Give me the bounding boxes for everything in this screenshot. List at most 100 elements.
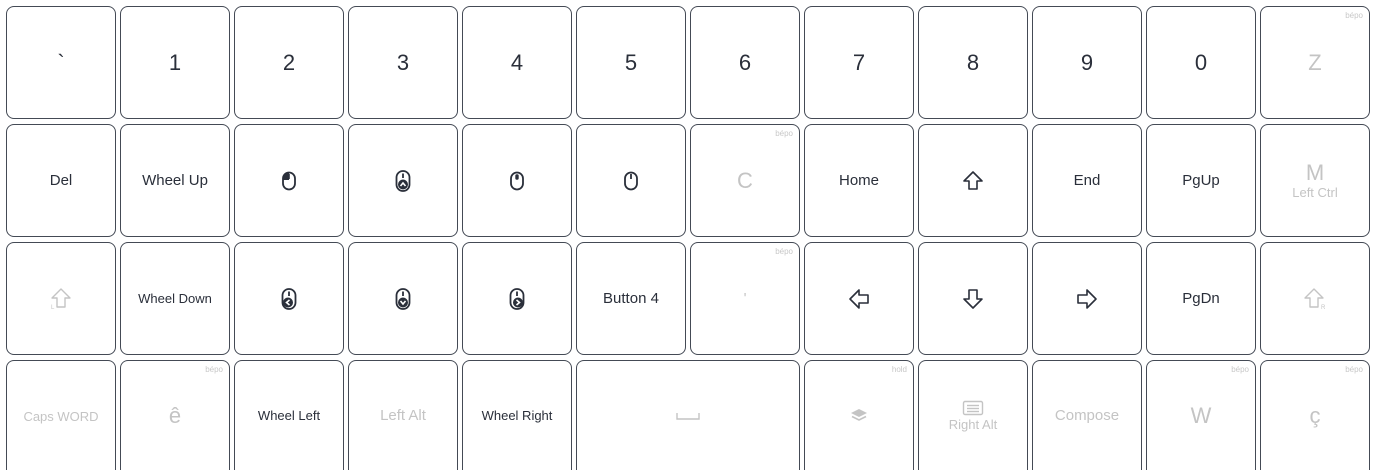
key-label: Button 4 (603, 290, 659, 307)
key-backtick[interactable]: ` (6, 6, 116, 119)
key-sublabel: Right Alt (948, 416, 998, 432)
key-z[interactable]: bépo Z (1260, 6, 1370, 119)
key-label: ' (743, 290, 747, 307)
key-del[interactable]: Del (6, 124, 116, 237)
hold-tag: hold (891, 365, 907, 374)
key-right-shift[interactable]: R (1260, 242, 1370, 355)
key-right-alt[interactable]: Right Alt (918, 360, 1028, 470)
keyboard-layout: ` 1 2 3 4 5 6 7 8 9 0 bépo Z Del Wheel U… (0, 0, 1375, 470)
key-layer[interactable]: hold (804, 360, 914, 470)
key-label: PgUp (1182, 172, 1220, 189)
shift-side-label: L (51, 305, 55, 311)
key-label: 4 (510, 49, 524, 75)
key-label: W (1190, 402, 1212, 428)
key-left-arrow[interactable] (804, 242, 914, 355)
key-down-arrow[interactable] (918, 242, 1028, 355)
right-arrow-icon (1076, 288, 1098, 310)
key-label: 2 (282, 49, 296, 75)
key-label: Wheel Right (481, 408, 553, 423)
key-label: Wheel Down (138, 291, 212, 306)
key-label: M (1305, 159, 1325, 185)
key-button-4[interactable]: Button 4 (576, 242, 686, 355)
mouse-down-icon (395, 287, 411, 310)
key-pgdn[interactable]: PgDn (1146, 242, 1256, 355)
key-label: Wheel Up (142, 172, 208, 189)
key-end[interactable]: End (1032, 124, 1142, 237)
key-wheel-right[interactable]: Wheel Right (462, 360, 572, 470)
key-home[interactable]: Home (804, 124, 914, 237)
bepo-tag: bépo (775, 129, 793, 138)
key-mouse-left[interactable] (234, 242, 344, 355)
key-up-arrow[interactable] (918, 124, 1028, 237)
key-space[interactable] (576, 360, 800, 470)
down-arrow-icon (962, 288, 984, 310)
key-label: Caps WORD (23, 409, 99, 424)
key-wheel-up[interactable]: Wheel Up (120, 124, 230, 237)
layers-icon (849, 407, 869, 425)
key-apostrophe[interactable]: bépo ' (690, 242, 800, 355)
left-arrow-icon (848, 288, 870, 310)
key-wheel-down[interactable]: Wheel Down (120, 242, 230, 355)
key-mouse-right[interactable] (462, 242, 572, 355)
key-mouse-middle-click[interactable] (462, 124, 572, 237)
bepo-tag: bépo (1231, 365, 1249, 374)
key-label: 3 (396, 49, 410, 75)
key-label: Del (49, 172, 73, 189)
key-8[interactable]: 8 (918, 6, 1028, 119)
key-left-shift[interactable]: L (6, 242, 116, 355)
key-label: Left Alt (380, 407, 426, 424)
bepo-tag: bépo (775, 247, 793, 256)
key-label: 5 (624, 49, 638, 75)
bepo-tag: bépo (1345, 365, 1363, 374)
mouse-left-icon (281, 287, 297, 310)
key-c[interactable]: bépo C (690, 124, 800, 237)
key-mouse-down[interactable] (348, 242, 458, 355)
key-mouse-left-click[interactable] (234, 124, 344, 237)
key-label: 1 (168, 49, 182, 75)
key-w[interactable]: bépo W (1146, 360, 1256, 470)
key-label: ` (57, 49, 65, 75)
right-shift-icon: R (1303, 287, 1327, 311)
key-mouse-up[interactable] (348, 124, 458, 237)
key-7[interactable]: 7 (804, 6, 914, 119)
key-label: 7 (852, 49, 866, 75)
key-left-alt[interactable]: Left Alt (348, 360, 458, 470)
key-label: Z (1308, 49, 1322, 75)
key-4[interactable]: 4 (462, 6, 572, 119)
key-label: Home (838, 172, 879, 189)
space-icon (675, 411, 701, 421)
key-right-arrow[interactable] (1032, 242, 1142, 355)
key-e-circumflex[interactable]: bépo ê (120, 360, 230, 470)
key-9[interactable]: 9 (1032, 6, 1142, 119)
key-label: Compose (1054, 407, 1120, 424)
bepo-tag: bépo (1345, 11, 1363, 20)
key-m[interactable]: M Left Ctrl (1260, 124, 1370, 237)
mouse-left-click-icon (281, 171, 297, 191)
key-label: ç (1309, 402, 1321, 428)
key-pgup[interactable]: PgUp (1146, 124, 1256, 237)
key-label: 8 (966, 49, 980, 75)
left-shift-icon: L (49, 287, 73, 311)
key-label: Wheel Left (257, 408, 321, 423)
key-0[interactable]: 0 (1146, 6, 1256, 119)
key-1[interactable]: 1 (120, 6, 230, 119)
key-2[interactable]: 2 (234, 6, 344, 119)
bepo-tag: bépo (205, 365, 223, 374)
key-5[interactable]: 5 (576, 6, 686, 119)
key-6[interactable]: 6 (690, 6, 800, 119)
shift-side-label: R (1321, 305, 1326, 311)
key-c-cedilla[interactable]: bépo ç (1260, 360, 1370, 470)
up-arrow-icon (962, 170, 984, 192)
key-label: 6 (738, 49, 752, 75)
key-caps-word[interactable]: Caps WORD (6, 360, 116, 470)
key-label: ê (168, 402, 182, 428)
key-label: End (1073, 172, 1101, 189)
key-label: 0 (1194, 49, 1208, 75)
key-compose[interactable]: Compose (1032, 360, 1142, 470)
key-3[interactable]: 3 (348, 6, 458, 119)
mouse-right-icon (509, 287, 525, 310)
key-mouse-right-click[interactable] (576, 124, 686, 237)
key-wheel-left[interactable]: Wheel Left (234, 360, 344, 470)
key-sublabel: Left Ctrl (1292, 184, 1338, 200)
key-label: PgDn (1182, 290, 1220, 307)
